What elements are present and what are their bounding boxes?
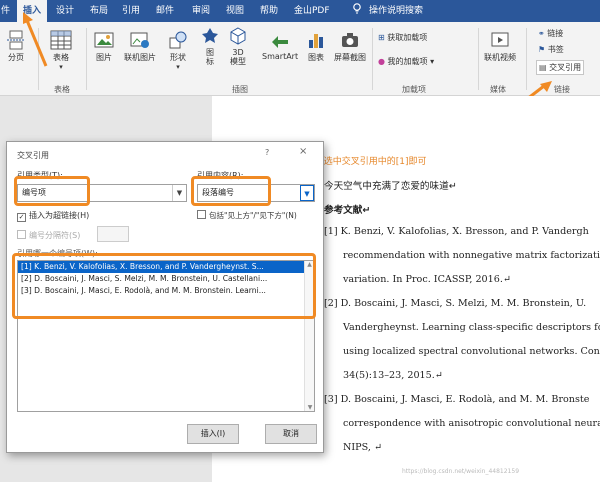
highlight-item-list: [12, 253, 316, 319]
tab-kingsoft-pdf[interactable]: 金山PDF: [294, 0, 330, 22]
help-button[interactable]: ?: [265, 148, 269, 157]
insert-as-link-checkbox[interactable]: ✓ 插入为超链接(H): [17, 210, 89, 222]
picture-label: 图片: [96, 53, 112, 62]
cross-reference-icon: ▤: [539, 63, 547, 72]
picture-button[interactable]: 图片: [94, 30, 114, 63]
close-button[interactable]: ×: [299, 146, 307, 157]
ref-3-line-a: [3] D. Boscaini, J. Masci, E. Rodolà, an…: [324, 394, 590, 405]
link-label: 链接: [547, 29, 564, 38]
link-icon: ⚭: [538, 29, 545, 38]
ref-3-line-c: NIPS, ↵: [343, 442, 383, 453]
screenshot-button[interactable]: 屏幕截图: [334, 30, 366, 63]
tab-view[interactable]: 视图: [226, 0, 244, 22]
ref-3-line-b: correspondence with anisotropic convolut…: [343, 418, 600, 429]
shapes-icon: [169, 31, 187, 49]
cross-reference-label: 交叉引用: [549, 63, 582, 72]
illustrations-group-label: 插图: [232, 85, 248, 94]
chevron-down-icon: ▼: [300, 185, 314, 201]
separate-numbers-label: 编号分隔符(S): [29, 231, 81, 240]
icons-icon: [202, 28, 218, 43]
bookmark-label: 书签: [547, 45, 564, 54]
ref-2-line-c: using localized spectral convolutional n…: [343, 346, 600, 357]
checkbox-disabled-icon: [17, 230, 26, 239]
chevron-down-icon: ▼: [172, 185, 186, 201]
bookmark-icon: ⚑: [538, 45, 546, 54]
smartart-icon: [272, 36, 289, 48]
icons-label: 图 标: [206, 48, 214, 66]
get-addins-button[interactable]: ⊞ 获取加载项: [378, 32, 427, 43]
my-addins-button[interactable]: ● 我的加载项 ▾: [378, 56, 434, 67]
chevron-down-icon[interactable]: ▼: [305, 404, 315, 411]
separator-input[interactable]: [97, 226, 129, 242]
addins-group-label: 加载项: [402, 85, 426, 94]
link-button[interactable]: ⚭ 链接: [538, 28, 563, 39]
links-group-label: 链接: [554, 85, 570, 94]
screenshot-label: 屏幕截图: [334, 53, 366, 62]
table-group-label: 表格: [54, 85, 70, 94]
include-above-below-checkbox[interactable]: 包括"见上方"/"见下方"(N): [197, 210, 297, 221]
dialog-title: 交叉引用: [17, 151, 49, 160]
doc-line-1: 今天空气中充满了恋爱的味道↵: [324, 181, 457, 192]
3d-models-label: 3D 模型: [230, 48, 246, 66]
store-icon: ⊞: [378, 33, 385, 42]
cancel-button[interactable]: 取消: [265, 424, 317, 444]
picture-icon: [94, 32, 114, 48]
insert-as-link-label: 插入为超链接(H): [29, 211, 90, 220]
chart-button[interactable]: 图表: [306, 30, 326, 63]
smartart-label: SmartArt: [262, 52, 299, 61]
shapes-label: 形状: [170, 53, 186, 62]
tab-mailings[interactable]: 邮件: [156, 0, 174, 22]
ref-1-line-b: recommendation with nonnegative matrix f…: [343, 250, 600, 261]
tab-layout[interactable]: 布局: [90, 0, 108, 22]
table-icon: [50, 30, 72, 50]
video-icon: [491, 32, 509, 47]
highlight-ref-content: [191, 176, 271, 206]
online-picture-button[interactable]: 联机图片: [124, 30, 156, 63]
tab-file[interactable]: 件: [1, 0, 10, 22]
online-picture-label: 联机图片: [124, 53, 156, 62]
references-heading: 参考文献↵: [324, 205, 371, 216]
ref-2-line-a: [2] D. Boscaini, J. Masci, S. Melzi, M. …: [324, 298, 587, 309]
icons-button[interactable]: 图 标: [200, 26, 220, 66]
arrow-to-insert-tab: [23, 12, 48, 67]
3d-models-button[interactable]: 3D 模型: [228, 26, 248, 66]
ref-1-line-a: [1] K. Benzi, V. Kalofolias, X. Bresson,…: [324, 226, 589, 237]
cube-icon: [230, 27, 246, 45]
get-addins-label: 获取加载项: [387, 33, 428, 42]
ref-2-line-b: Vandergheynst. Learning class-specific d…: [343, 322, 600, 333]
checkbox-checked-icon: ✓: [17, 213, 26, 222]
tab-references[interactable]: 引用: [122, 0, 140, 22]
table-button[interactable]: 表格 ▾: [50, 30, 72, 71]
highlight-ref-type: [14, 176, 90, 206]
tell-me-search[interactable]: 操作说明搜索: [369, 0, 423, 22]
chart-label: 图表: [308, 53, 324, 62]
bookmark-button[interactable]: ⚑ 书签: [538, 44, 564, 55]
online-picture-icon: [130, 32, 149, 48]
table-label: 表格: [53, 53, 69, 62]
addins-icon: ●: [378, 57, 385, 66]
tab-review[interactable]: 审阅: [192, 0, 210, 22]
ribbon: 分页 表格 ▾ 表格 图片 联机图片 形状 ▾ 图 标 3D 模型 SmartA…: [0, 22, 600, 96]
checkbox-icon: [197, 210, 206, 219]
ref-2-line-d: 34(5):13–23, 2015.↵: [343, 370, 443, 381]
ref-1-line-c: variation. In Proc. ICASSP, 2016.↵: [343, 274, 511, 285]
tab-help[interactable]: 帮助: [260, 0, 278, 22]
watermark: https://blog.csdn.net/weixin_44812159: [402, 468, 520, 475]
ribbon-tab-bar: 件 插入 设计 布局 引用 邮件 审阅 视图 帮助 金山PDF 操作说明搜索: [0, 0, 600, 22]
include-above-below-label: 包括"见上方"/"见下方"(N): [209, 211, 297, 220]
media-group-label: 媒体: [490, 85, 506, 94]
cross-reference-button[interactable]: ▤ 交叉引用: [536, 60, 585, 75]
camera-icon: [342, 33, 358, 47]
online-video-label: 联机视频: [484, 53, 516, 62]
smartart-button[interactable]: SmartArt: [262, 30, 298, 61]
tab-design[interactable]: 设计: [56, 0, 74, 22]
online-video-button[interactable]: 联机视频: [484, 30, 516, 63]
my-addins-label: 我的加载项: [387, 57, 428, 66]
shapes-button[interactable]: 形状 ▾: [168, 30, 188, 71]
chart-icon: [309, 34, 323, 48]
insert-button[interactable]: 插入(I): [187, 424, 239, 444]
tell-me-icon[interactable]: [352, 0, 362, 22]
separate-numbers-checkbox[interactable]: 编号分隔符(S): [17, 230, 80, 241]
